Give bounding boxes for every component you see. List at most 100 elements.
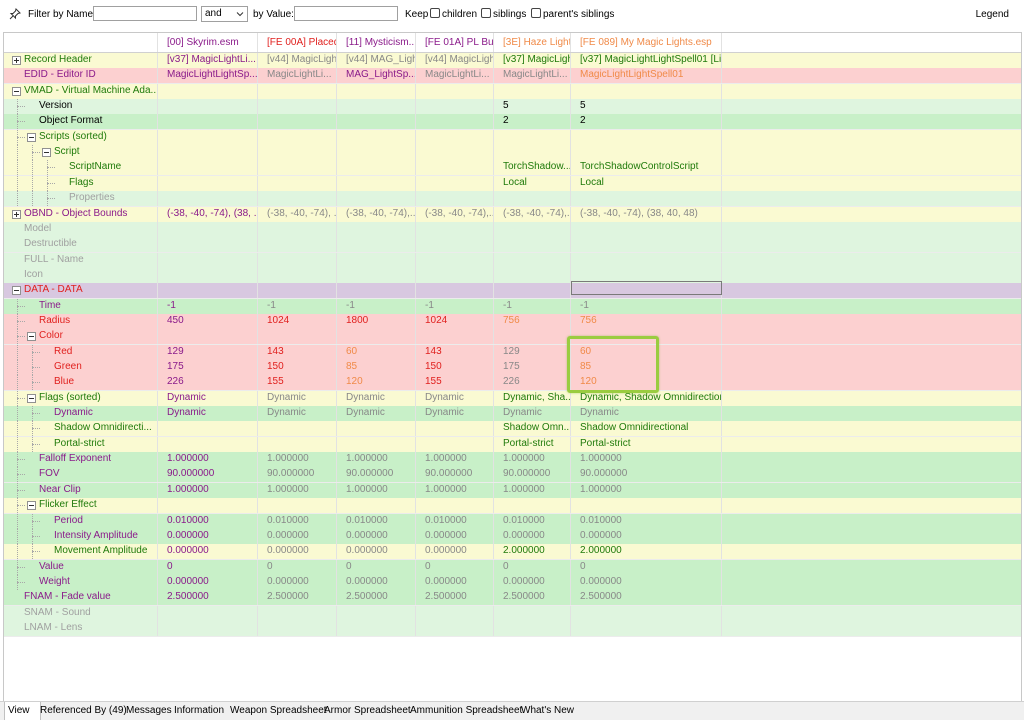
record-value-cell[interactable]: 0 [258,559,337,575]
record-value-cell[interactable] [571,605,722,621]
record-row[interactable]: Script [4,145,1021,162]
record-value-cell[interactable] [337,498,416,514]
tab-ammunition-spreadsheet[interactable]: Ammunition Spreadsheet [410,702,522,720]
record-row[interactable]: EDID - Editor ID MagicLightLightSp... Magi… [4,68,1021,85]
record-row[interactable]: Scripts (sorted) [4,129,1021,146]
column-header[interactable]: [FE 089] My Magic Lights.esp [571,33,722,52]
record-row[interactable]: Radius 450 1024 1800 1024 756 756 [4,313,1021,330]
record-value-cell[interactable] [258,129,337,145]
record-value-cell[interactable] [571,129,722,145]
record-row[interactable]: ScriptName TorchShadow... TorchShadowContr… [4,160,1021,177]
record-value-cell[interactable]: 0.000000 [416,544,494,560]
record-value-cell[interactable]: 0.010000 [571,513,722,529]
record-value-cell[interactable] [258,252,337,268]
record-value-cell[interactable] [158,237,258,253]
record-value-cell[interactable] [416,99,494,115]
record-row[interactable]: Shadow Omnidirecti... Shadow Omn... Shadow… [4,421,1021,438]
record-row[interactable]: FULL - Name [4,252,1021,269]
record-row[interactable]: Blue 226 155 120 155 226 120 [4,375,1021,392]
record-value-cell[interactable]: 756 [571,313,722,329]
record-value-cell[interactable]: 1.000000 [337,482,416,498]
record-value-cell[interactable]: 0.000000 [416,528,494,544]
record-value-cell[interactable]: Dynamic, Sha... [494,390,571,406]
record-value-cell[interactable] [416,252,494,268]
record-value-cell[interactable] [494,620,571,636]
record-value-cell[interactable]: 2.500000 [494,590,571,606]
record-value-cell[interactable]: -1 [494,298,571,314]
record-value-cell[interactable] [416,605,494,621]
record-value-cell[interactable] [494,129,571,145]
record-row[interactable]: Object Format 2 2 [4,114,1021,131]
record-value-cell[interactable]: 0.000000 [258,544,337,560]
record-value-cell[interactable] [571,191,722,207]
record-value-cell[interactable] [158,329,258,345]
record-value-cell[interactable]: 1.000000 [571,452,722,468]
record-row[interactable]: Flags Local Local [4,175,1021,192]
record-value-cell[interactable]: 129 [494,344,571,360]
record-value-cell[interactable] [571,620,722,636]
record-value-cell[interactable]: -1 [571,298,722,314]
expand-icon[interactable] [12,209,21,219]
record-value-cell[interactable] [158,83,258,99]
record-value-cell[interactable] [571,237,722,253]
record-value-cell[interactable] [494,221,571,237]
record-value-cell[interactable] [571,145,722,161]
record-value-cell[interactable]: 1.000000 [337,452,416,468]
record-value-cell[interactable]: 0 [571,559,722,575]
record-value-cell[interactable]: 0.010000 [494,513,571,529]
record-value-cell[interactable] [258,436,337,452]
record-row[interactable]: Destructible [4,237,1021,254]
record-value-cell[interactable] [416,329,494,345]
record-row[interactable]: Near Clip 1.000000 1.000000 1.000000 1.00000… [4,482,1021,499]
record-value-cell[interactable] [416,421,494,437]
record-value-cell[interactable]: 129 [158,344,258,360]
record-value-cell[interactable]: 1024 [416,313,494,329]
record-value-cell[interactable]: [v37] MagicLightLi... [494,53,571,68]
record-value-cell[interactable]: Dynamic [494,406,571,422]
record-row[interactable]: Portal-strict Portal-strict Portal-strict [4,436,1021,453]
record-value-cell[interactable]: Dynamic [571,406,722,422]
record-row[interactable]: Green 175 150 85 150 175 85 [4,360,1021,376]
record-value-cell[interactable]: 0.000000 [258,528,337,544]
record-value-cell[interactable]: 85 [337,360,416,375]
record-value-cell[interactable]: Dynamic [258,390,337,406]
record-value-cell[interactable]: [v44] MagicLightLi... [416,53,494,68]
record-value-cell[interactable] [337,421,416,437]
record-value-cell[interactable] [158,145,258,161]
record-value-cell[interactable]: MagicLightLi... [416,68,494,84]
record-value-cell[interactable] [494,329,571,345]
record-value-cell[interactable] [571,498,722,514]
record-value-cell[interactable]: 90.000000 [258,467,337,483]
record-value-cell[interactable]: MAG_LightSp... [337,68,416,84]
record-value-cell[interactable]: 226 [494,375,571,391]
record-value-cell[interactable]: Portal-strict [571,436,722,452]
record-value-cell[interactable]: 2 [494,114,571,130]
record-value-cell[interactable]: MagicLightLi... [258,68,337,84]
column-header[interactable]: [FE 00A] Placed... [258,33,337,52]
record-value-cell[interactable]: 2.500000 [337,590,416,606]
record-value-cell[interactable]: (-38, -40, -74),... [337,206,416,222]
record-value-cell[interactable]: 155 [416,375,494,391]
record-value-cell[interactable]: Dynamic [416,390,494,406]
record-value-cell[interactable] [416,129,494,145]
collapse-icon[interactable] [12,286,21,296]
record-row[interactable]: Time -1 -1 -1 -1 -1 -1 [4,298,1021,315]
record-value-cell[interactable]: TorchShadowControlScript [571,160,722,176]
record-value-cell[interactable]: 0.000000 [158,544,258,560]
record-value-cell[interactable] [494,605,571,621]
record-value-cell[interactable] [158,620,258,636]
record-value-cell[interactable]: 0.010000 [416,513,494,529]
record-value-cell[interactable]: (-38, -40, -74), (38, 40, 48) [571,206,722,222]
record-value-cell[interactable] [416,620,494,636]
record-value-cell[interactable] [258,175,337,191]
record-value-cell[interactable]: 1.000000 [158,482,258,498]
record-value-cell[interactable] [337,99,416,115]
filter-name-input[interactable] [93,6,197,21]
record-value-cell[interactable]: 5 [494,99,571,115]
record-value-cell[interactable]: Dynamic [416,406,494,422]
record-value-cell[interactable] [494,498,571,514]
record-value-cell[interactable]: (-38, -40, -74), (38, ... [158,206,258,222]
record-value-cell[interactable] [158,99,258,115]
column-header[interactable]: [FE 01A] PL Bul... [416,33,494,52]
record-value-cell[interactable]: 2.500000 [158,590,258,606]
